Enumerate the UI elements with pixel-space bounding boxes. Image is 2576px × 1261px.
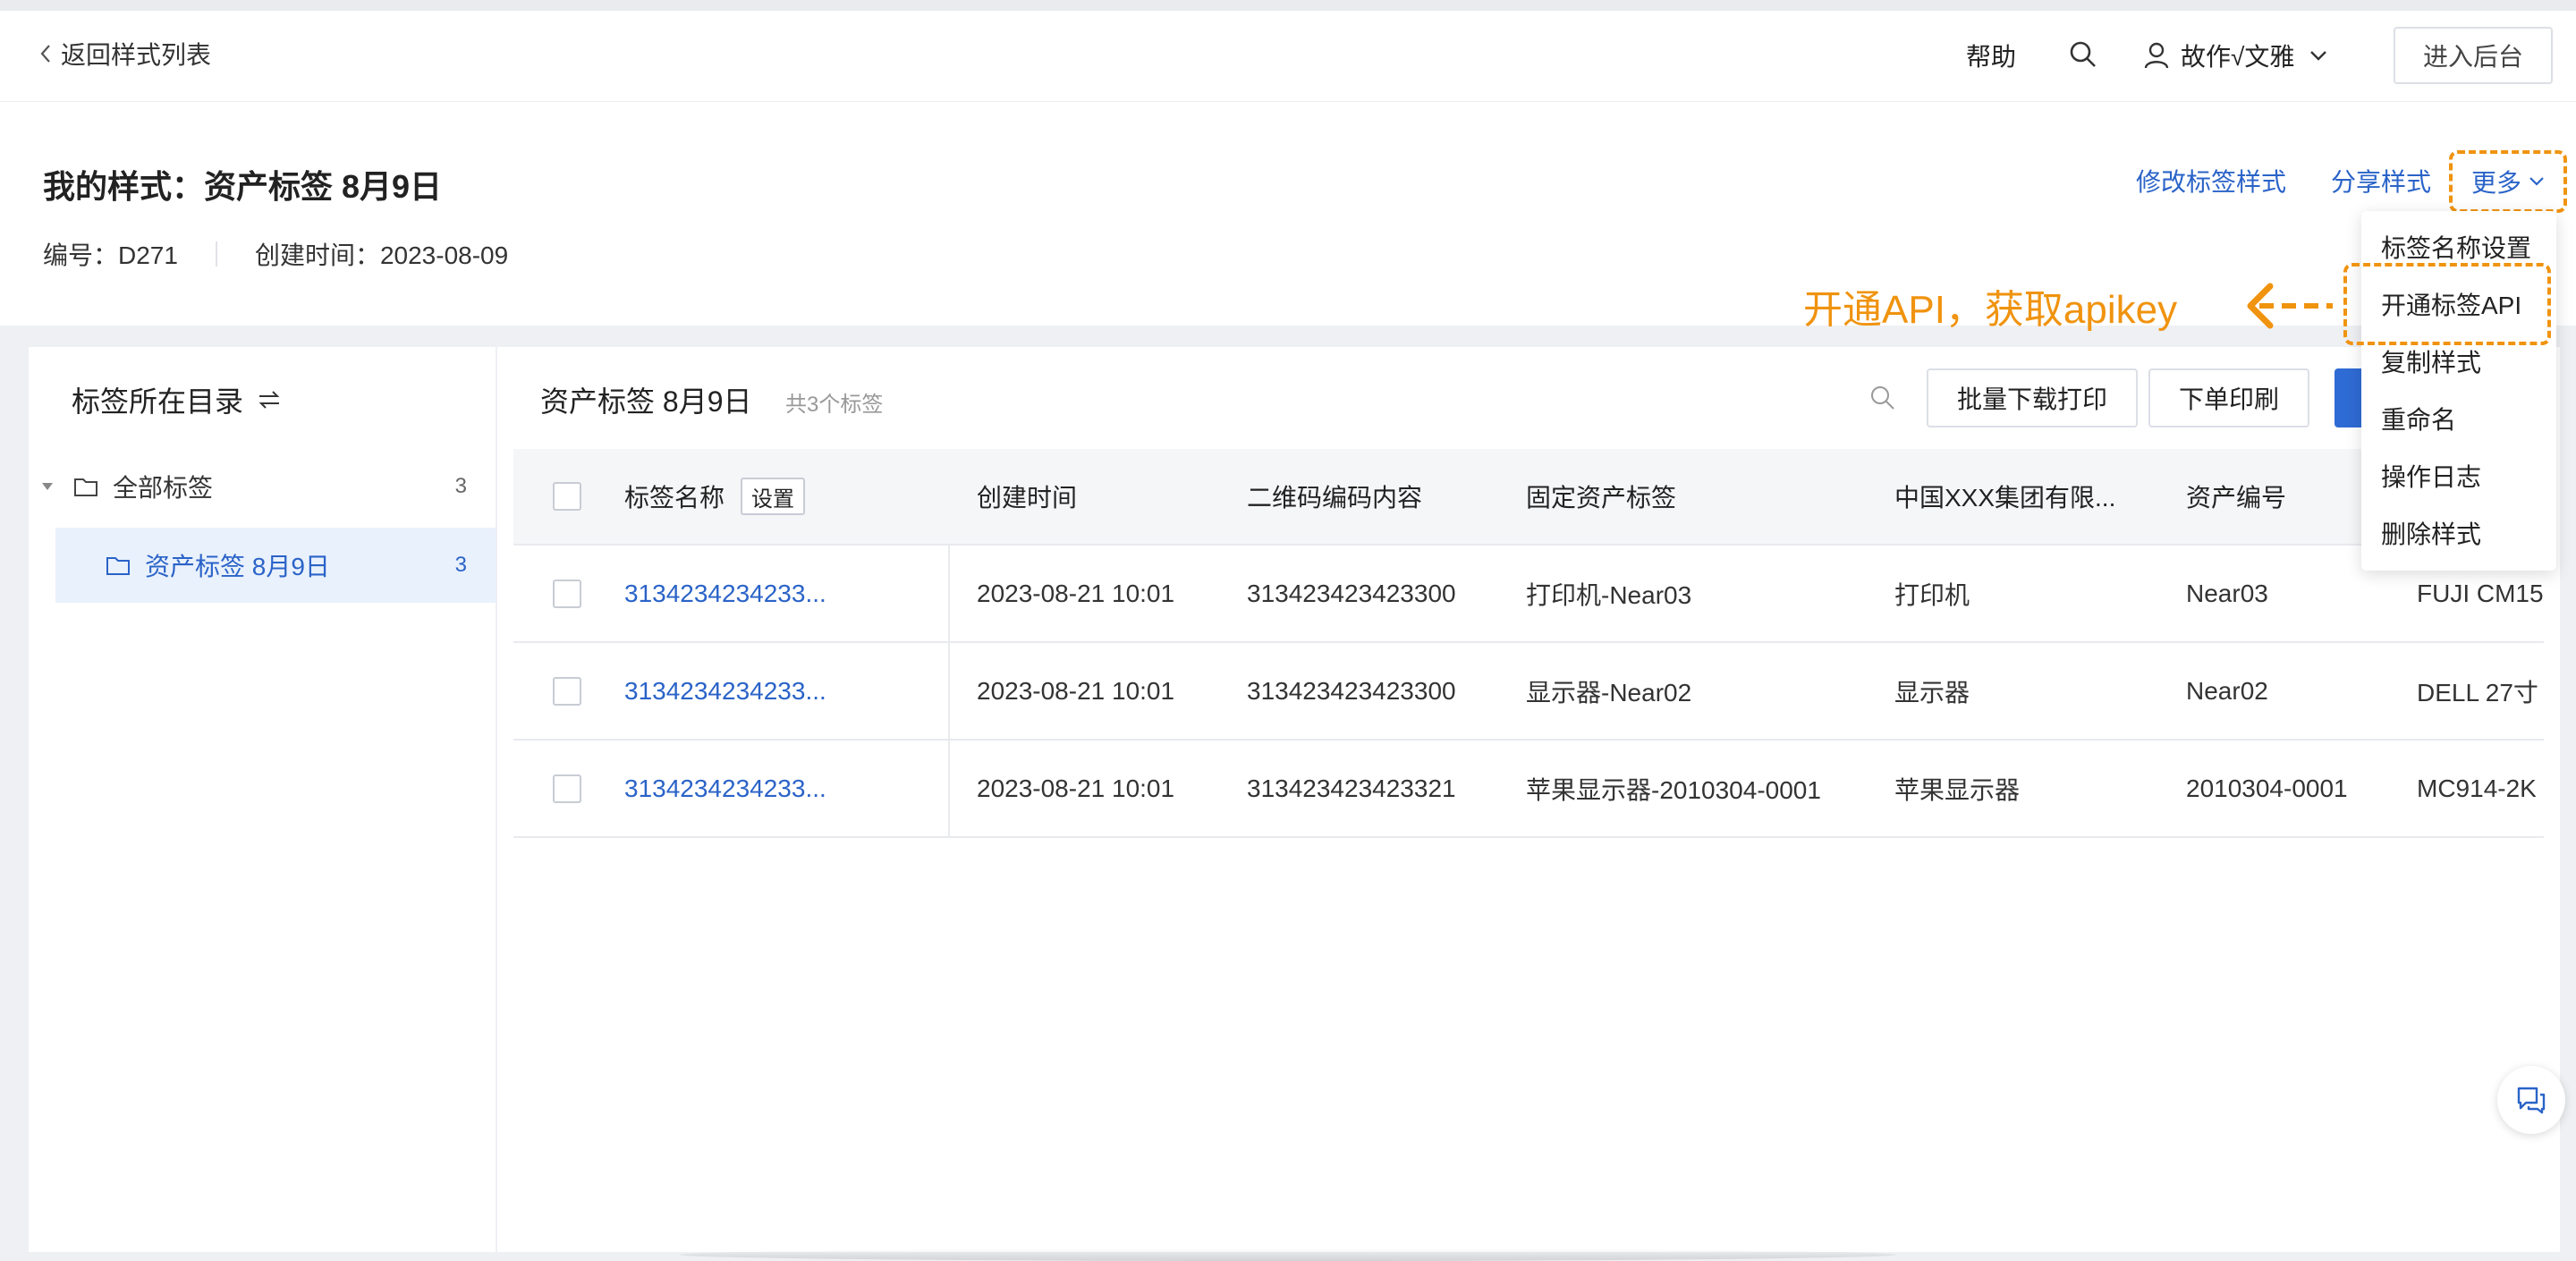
label-count: 共3个标签 xyxy=(785,393,884,417)
annotation-text: 开通API，获取apikey xyxy=(1803,288,2178,332)
directory-panel: 标签所在目录 全部标签 3 资产标签 8月9日 3 xyxy=(29,347,496,1252)
select-all-checkbox[interactable] xyxy=(553,482,581,511)
tree-item-count: 3 xyxy=(454,474,467,498)
search-icon[interactable] xyxy=(2068,39,2098,70)
labels-panel: 资产标签 8月9日 共3个标签 批量下载打印 下单印刷 标签名称 设置 创建时间… xyxy=(497,347,2560,1252)
cell-created-time: 2023-08-21 10:01 xyxy=(977,676,1175,705)
batch-download-print-button[interactable]: 批量下载打印 xyxy=(1927,368,2138,427)
column-settings-button[interactable]: 设置 xyxy=(741,478,806,515)
cell-model: DELL 27寸 xyxy=(2417,678,2538,707)
cell-qrcode-content: 313423423423300 xyxy=(1247,579,1456,607)
arrow-left-icon xyxy=(2247,283,2333,329)
table-row[interactable]: 3134234234233... 2023-08-21 10:01 313423… xyxy=(513,546,2544,643)
help-link[interactable]: 帮助 xyxy=(1966,38,2016,73)
label-name-link[interactable]: 3134234234233... xyxy=(624,546,826,641)
menu-item-enable-label-api[interactable]: 开通标签API xyxy=(2381,286,2521,322)
menu-item-operation-log[interactable]: 操作日志 xyxy=(2381,458,2481,494)
tree-item-all-labels[interactable]: 全部标签 3 xyxy=(29,458,496,515)
user-name: 故作√文雅 xyxy=(2181,43,2295,71)
row-select-cell xyxy=(553,546,581,641)
more-dropdown-menu: 标签名称设置 开通标签API 复制样式 重命名 操作日志 删除样式 xyxy=(2361,211,2556,571)
tree-item-label: 资产标签 8月9日 xyxy=(145,553,330,580)
caret-down-icon[interactable] xyxy=(41,482,54,491)
cell-fixed-asset-label: 苹果显示器-2010304-0001 xyxy=(1526,775,1821,804)
cell-asset-number: Near03 xyxy=(2186,579,2268,607)
cell-fixed-asset-label: 显示器-Near02 xyxy=(1526,678,1692,707)
labels-panel-title: 资产标签 8月9日 xyxy=(540,385,752,418)
more-dropdown-button[interactable]: 更多 xyxy=(2449,150,2567,213)
tree-item-asset-labels[interactable]: 资产标签 8月9日 3 xyxy=(55,528,496,603)
top-divider xyxy=(0,0,2576,11)
cell-created-time: 2023-08-21 10:01 xyxy=(977,579,1175,607)
header-fixed-asset-label: 固定资产标签 xyxy=(1526,484,1677,512)
select-all-cell xyxy=(553,449,581,544)
chat-icon xyxy=(2517,1087,2546,1114)
style-meta: 编号：D271 创建时间：2023-08-09 xyxy=(43,236,508,272)
menu-item-label-name-settings[interactable]: 标签名称设置 xyxy=(2381,229,2531,265)
swap-icon[interactable] xyxy=(258,390,281,410)
back-link[interactable]: 返回样式列表 xyxy=(38,36,211,72)
column-divider xyxy=(948,546,950,641)
directory-title: 标签所在目录 xyxy=(72,379,281,420)
header-label-name: 标签名称 设置 xyxy=(624,449,806,544)
row-checkbox[interactable] xyxy=(553,774,581,803)
style-code: 编号：D271 xyxy=(43,241,178,269)
enter-backend-button[interactable]: 进入后台 xyxy=(2394,27,2553,84)
header-created-time: 创建时间 xyxy=(977,484,1078,512)
folder-icon xyxy=(106,557,130,575)
directory-title-label: 标签所在目录 xyxy=(72,385,244,418)
back-label: 返回样式列表 xyxy=(61,41,212,69)
row-select-cell xyxy=(553,741,581,836)
label-name-link[interactable]: 3134234234233... xyxy=(624,741,826,836)
header-label-name-text: 标签名称 xyxy=(624,484,725,512)
cell-company: 苹果显示器 xyxy=(1894,775,2021,804)
menu-item-delete-style[interactable]: 删除样式 xyxy=(2381,515,2481,551)
folder-icon xyxy=(74,478,97,496)
order-print-button[interactable]: 下单印刷 xyxy=(2148,368,2309,427)
user-icon xyxy=(2144,42,2169,69)
menu-item-rename[interactable]: 重命名 xyxy=(2381,401,2456,436)
tree-item-label: 全部标签 xyxy=(113,474,214,502)
table-row[interactable]: 3134234234233... 2023-08-21 10:01 313423… xyxy=(513,741,2544,838)
cell-model: MC914-2K xyxy=(2417,774,2537,802)
row-select-cell xyxy=(553,643,581,739)
cell-asset-number: Near02 xyxy=(2186,676,2268,705)
user-menu[interactable]: 故作√文雅 xyxy=(2143,38,2328,73)
chevron-left-icon xyxy=(40,45,50,63)
share-style-link[interactable]: 分享样式 xyxy=(2331,163,2431,199)
cell-qrcode-content: 313423423423300 xyxy=(1247,676,1456,705)
created-time: 创建时间：2023-08-09 xyxy=(254,241,509,269)
cell-created-time: 2023-08-21 10:01 xyxy=(977,774,1175,802)
chevron-down-icon xyxy=(2529,177,2544,186)
row-checkbox[interactable] xyxy=(553,579,581,608)
cell-company: 显示器 xyxy=(1894,678,1970,707)
table-row[interactable]: 3134234234233... 2023-08-21 10:01 313423… xyxy=(513,643,2544,741)
column-divider xyxy=(948,643,950,739)
meta-divider xyxy=(215,241,217,267)
more-label: 更多 xyxy=(2470,169,2521,197)
chevron-down-icon xyxy=(2310,51,2327,61)
label-name-link[interactable]: 3134234234233... xyxy=(624,643,826,739)
top-bar: 返回样式列表 帮助 故作√文雅 进入后台 xyxy=(0,11,2576,102)
menu-item-copy-style[interactable]: 复制样式 xyxy=(2381,343,2481,379)
cell-company: 打印机 xyxy=(1894,580,1970,609)
header-qrcode-content: 二维码编码内容 xyxy=(1247,484,1423,512)
cell-asset-number: 2010304-0001 xyxy=(2186,774,2348,802)
column-divider xyxy=(948,741,950,836)
table-header: 标签名称 设置 创建时间 二维码编码内容 固定资产标签 中国XXX集团有限...… xyxy=(513,449,2544,546)
page-title: 我的样式：资产标签 8月9日 xyxy=(43,168,443,205)
labels-table: 标签名称 设置 创建时间 二维码编码内容 固定资产标签 中国XXX集团有限...… xyxy=(513,449,2544,838)
modify-style-link[interactable]: 修改标签样式 xyxy=(2136,163,2286,199)
search-icon[interactable] xyxy=(1869,385,1896,411)
row-checkbox[interactable] xyxy=(553,676,581,706)
style-header: 我的样式：资产标签 8月9日 编号：D271 创建时间：2023-08-09 修… xyxy=(0,102,2576,326)
bottom-shadow xyxy=(680,1248,1896,1261)
cell-fixed-asset-label: 打印机-Near03 xyxy=(1526,580,1692,609)
chat-support-button[interactable] xyxy=(2497,1066,2565,1134)
header-asset-number: 资产编号 xyxy=(2186,484,2287,512)
cell-qrcode-content: 313423423423321 xyxy=(1247,774,1456,802)
tree-item-count: 3 xyxy=(454,553,467,577)
header-company: 中国XXX集团有限... xyxy=(1894,484,2116,512)
